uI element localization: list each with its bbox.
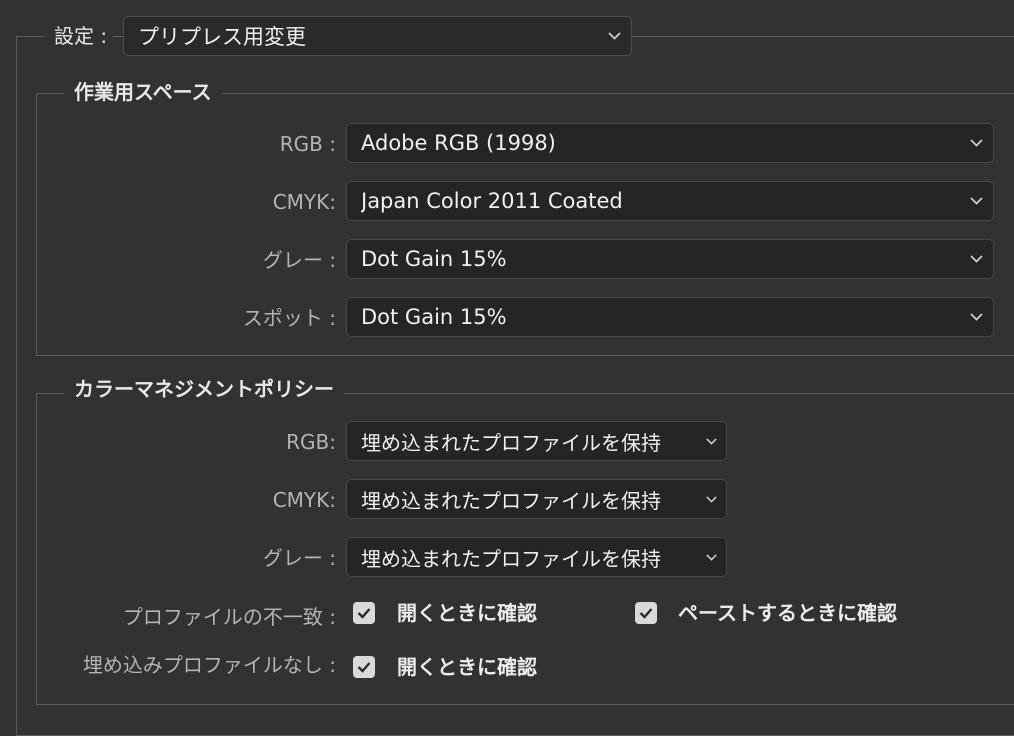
ws-gray-dropdown[interactable]: Dot Gain 15%	[346, 239, 994, 279]
checkmark-icon	[639, 608, 653, 619]
ws-gray-label: グレー :	[262, 248, 336, 272]
policy-cmyk-value: 埋め込まれたプロファイルを保持	[361, 488, 661, 513]
ws-spot-value: Dot Gain 15%	[361, 305, 507, 329]
chevron-down-icon	[969, 252, 983, 266]
mismatch-ask-paste-label[interactable]: ペーストするときに確認	[678, 598, 897, 628]
ws-cmyk-label: CMYK:	[272, 190, 336, 214]
ws-rgb-label: RGB :	[279, 132, 336, 156]
working-spaces-title: 作業用スペース	[64, 77, 222, 107]
missing-ask-open-checkbox[interactable]	[353, 656, 375, 678]
policy-cmyk-label: CMYK:	[272, 488, 336, 512]
mismatch-ask-open-label[interactable]: 開くときに確認	[397, 598, 537, 628]
policy-rgb-value: 埋め込まれたプロファイルを保持	[361, 430, 661, 455]
ws-spot-label: スポット :	[242, 306, 336, 330]
ws-spot-dropdown[interactable]: Dot Gain 15%	[346, 297, 994, 337]
ws-cmyk-dropdown[interactable]: Japan Color 2011 Coated	[346, 181, 994, 221]
policy-gray-label: グレー :	[262, 546, 336, 570]
profile-mismatch-label: プロファイルの不一致 :	[122, 605, 336, 629]
settings-label: 設定 :	[44, 21, 114, 51]
policy-gray-dropdown[interactable]: 埋め込まれたプロファイルを保持	[346, 537, 727, 577]
chevron-down-icon	[969, 194, 983, 208]
checkmark-icon	[357, 662, 371, 673]
policy-cmyk-dropdown[interactable]: 埋め込まれたプロファイルを保持	[346, 479, 727, 519]
ws-cmyk-value: Japan Color 2011 Coated	[361, 189, 623, 213]
ws-rgb-dropdown[interactable]: Adobe RGB (1998)	[346, 123, 994, 163]
chevron-down-icon	[969, 136, 983, 150]
missing-profile-label: 埋め込みプロファイルなし :	[82, 653, 336, 677]
settings-dropdown[interactable]: プリプレス用変更	[123, 16, 632, 56]
mismatch-ask-paste-checkbox[interactable]	[635, 602, 657, 624]
chevron-down-icon	[969, 310, 983, 324]
policy-rgb-dropdown[interactable]: 埋め込まれたプロファイルを保持	[346, 421, 727, 461]
policy-rgb-label: RGB:	[286, 430, 336, 454]
settings-value: プリプレス用変更	[138, 25, 306, 49]
mismatch-ask-open-checkbox[interactable]	[353, 602, 375, 624]
policies-title: カラーマネジメントポリシー	[64, 374, 344, 404]
chevron-down-icon	[607, 29, 621, 43]
missing-ask-open-label[interactable]: 開くときに確認	[397, 652, 537, 682]
checkmark-icon	[357, 608, 371, 619]
policy-gray-value: 埋め込まれたプロファイルを保持	[361, 546, 661, 571]
ws-gray-value: Dot Gain 15%	[361, 247, 507, 271]
chevron-down-icon	[704, 434, 718, 448]
chevron-down-icon	[704, 492, 718, 506]
chevron-down-icon	[704, 550, 718, 564]
ws-rgb-value: Adobe RGB (1998)	[361, 131, 556, 155]
